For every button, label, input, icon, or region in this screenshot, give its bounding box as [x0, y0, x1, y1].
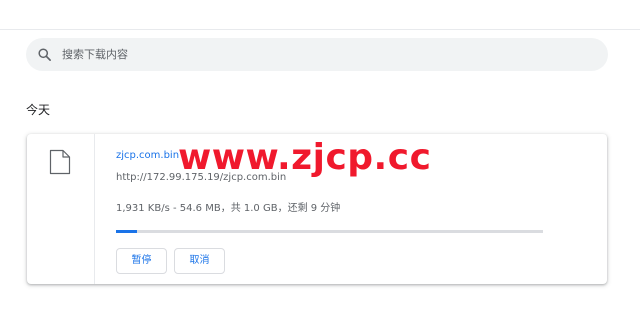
search-input[interactable]: [62, 44, 592, 65]
file-icon-column: [27, 134, 95, 284]
search-bar[interactable]: [26, 38, 608, 71]
pause-button[interactable]: 暂停: [116, 248, 167, 274]
file-icon: [49, 149, 71, 175]
download-file-name-link[interactable]: zjcp.com.bin: [116, 149, 179, 163]
download-status-text: 1,931 KB/s - 54.6 MB，共 1.0 GB，还剩 9 分钟: [116, 203, 341, 214]
search-icon: [38, 48, 51, 61]
download-progress-fill: [116, 230, 138, 233]
download-progress-bar: [116, 230, 543, 233]
downloads-page: 今天 zjcp.com.bin http://172.99.175.19/zjc…: [0, 0, 640, 324]
watermark-text: www.zjcp.cc: [178, 137, 432, 178]
header-divider: [0, 29, 640, 30]
cancel-button[interactable]: 取消: [174, 248, 225, 274]
date-section-title: 今天: [26, 103, 51, 117]
